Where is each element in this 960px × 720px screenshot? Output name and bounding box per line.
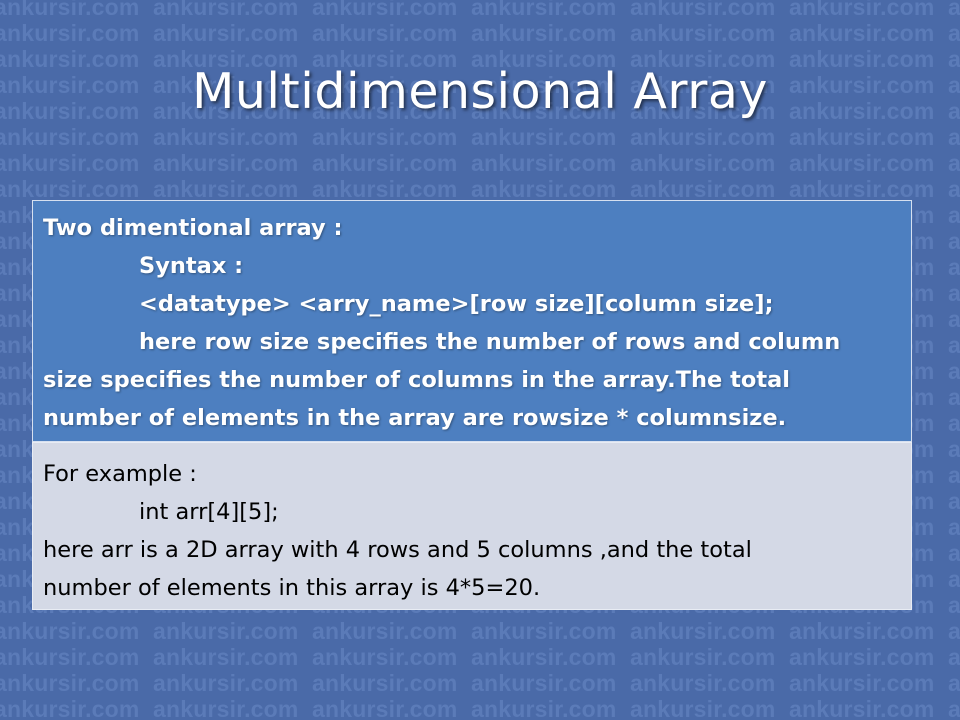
watermark-text: ankursir.com: [630, 176, 776, 202]
watermark-text: ankursir.com: [948, 670, 960, 696]
watermark-text: ankursir.com: [0, 176, 140, 202]
watermark-text: ankursir.com: [312, 0, 458, 20]
example-explanation-line-1: here arr is a 2D array with 4 rows and 5…: [43, 537, 752, 563]
example-box: For example : int arr[4][5]; here arr is…: [32, 442, 912, 610]
watermark-text: ankursir.com: [312, 150, 458, 176]
watermark-text: ankursir.com: [312, 176, 458, 202]
watermark-text: ankursir.com: [630, 0, 776, 20]
watermark-text: ankursir.com: [0, 20, 140, 46]
watermark-text: ankursir.com: [948, 0, 960, 20]
description-line-1: here row size specifies the number of ro…: [139, 329, 841, 355]
watermark-text: ankursir.com: [0, 0, 140, 20]
watermark-row: ankursir.com ankursir.com ankursir.com anku…: [0, 696, 960, 720]
watermark-text: ankursir.com: [789, 150, 935, 176]
watermark-text: ankursir.com: [312, 20, 458, 46]
watermark-text: ankursir.com: [948, 566, 960, 592]
description-line-2: size specifies the number of columns in …: [43, 367, 790, 393]
watermark-row: ankursir.com ankursir.com ankursir.com anku…: [0, 644, 960, 670]
watermark-text: ankursir.com: [789, 644, 935, 670]
definition-box: Two dimentional array : Syntax : <dataty…: [32, 200, 912, 442]
watermark-text: ankursir.com: [948, 514, 960, 540]
watermark-text: ankursir.com: [789, 618, 935, 644]
watermark-text: ankursir.com: [948, 20, 960, 46]
watermark-text: ankursir.com: [0, 150, 140, 176]
watermark-text: ankursir.com: [630, 670, 776, 696]
slide-title: Multidimensional Array: [192, 63, 768, 120]
watermark-text: ankursir.com: [948, 488, 960, 514]
watermark-row: ankursir.com ankursir.com ankursir.com anku…: [0, 618, 960, 644]
syntax-label: Syntax :: [139, 253, 244, 279]
watermark-text: ankursir.com: [789, 0, 935, 20]
watermark-text: ankursir.com: [0, 670, 140, 696]
watermark-text: ankursir.com: [948, 176, 960, 202]
watermark-text: ankursir.com: [312, 696, 458, 720]
watermark-text: ankursir.com: [153, 176, 299, 202]
watermark-text: ankursir.com: [471, 176, 617, 202]
watermark-text: ankursir.com: [948, 696, 960, 720]
watermark-text: ankursir.com: [948, 228, 960, 254]
watermark-row: ankursir.com ankursir.com ankursir.com anku…: [0, 176, 960, 202]
definition-heading: Two dimentional array :: [43, 215, 343, 241]
watermark-text: ankursir.com: [312, 618, 458, 644]
watermark-text: ankursir.com: [630, 618, 776, 644]
watermark-text: ankursir.com: [948, 436, 960, 462]
watermark-row: ankursir.com ankursir.com ankursir.com anku…: [0, 150, 960, 176]
watermark-text: ankursir.com: [789, 176, 935, 202]
watermark-text: ankursir.com: [153, 618, 299, 644]
example-code: int arr[4][5];: [139, 499, 279, 525]
watermark-text: ankursir.com: [0, 644, 140, 670]
watermark-text: ankursir.com: [0, 618, 140, 644]
watermark-text: ankursir.com: [948, 254, 960, 280]
watermark-text: ankursir.com: [153, 644, 299, 670]
watermark-text: ankursir.com: [948, 644, 960, 670]
watermark-text: ankursir.com: [471, 618, 617, 644]
watermark-text: ankursir.com: [630, 20, 776, 46]
watermark-text: ankursir.com: [948, 202, 960, 228]
watermark-text: ankursir.com: [153, 150, 299, 176]
watermark-text: ankursir.com: [948, 306, 960, 332]
watermark-text: ankursir.com: [153, 670, 299, 696]
watermark-text: ankursir.com: [471, 20, 617, 46]
watermark-text: ankursir.com: [153, 20, 299, 46]
example-explanation-line-2: number of elements in this array is 4*5=…: [43, 575, 541, 601]
watermark-text: ankursir.com: [948, 384, 960, 410]
watermark-text: ankursir.com: [153, 696, 299, 720]
watermark-text: ankursir.com: [789, 20, 935, 46]
watermark-text: ankursir.com: [948, 592, 960, 618]
watermark-text: ankursir.com: [948, 150, 960, 176]
watermark-text: ankursir.com: [471, 670, 617, 696]
watermark-text: ankursir.com: [0, 696, 140, 720]
description-line-3: number of elements in the array are rows…: [43, 405, 787, 431]
watermark-row: ankursir.com ankursir.com ankursir.com anku…: [0, 20, 960, 46]
syntax-code: <datatype> <arry_name>[row size][column …: [139, 291, 774, 317]
watermark-text: ankursir.com: [471, 150, 617, 176]
watermark-text: ankursir.com: [630, 644, 776, 670]
watermark-text: ankursir.com: [312, 670, 458, 696]
watermark-text: ankursir.com: [948, 618, 960, 644]
watermark-row: ankursir.com ankursir.com ankursir.com anku…: [0, 0, 960, 20]
watermark-text: ankursir.com: [789, 670, 935, 696]
watermark-text: ankursir.com: [948, 462, 960, 488]
watermark-text: ankursir.com: [630, 696, 776, 720]
watermark-text: ankursir.com: [312, 644, 458, 670]
watermark-text: ankursir.com: [471, 0, 617, 20]
watermark-text: ankursir.com: [471, 644, 617, 670]
watermark-text: ankursir.com: [948, 358, 960, 384]
watermark-text: ankursir.com: [630, 150, 776, 176]
watermark-text: ankursir.com: [948, 540, 960, 566]
watermark-text: ankursir.com: [153, 0, 299, 20]
watermark-text: ankursir.com: [789, 696, 935, 720]
watermark-text: ankursir.com: [948, 332, 960, 358]
watermark-text: ankursir.com: [948, 280, 960, 306]
example-heading: For example :: [43, 461, 197, 487]
watermark-text: ankursir.com: [948, 410, 960, 436]
watermark-text: ankursir.com: [471, 696, 617, 720]
watermark-row: ankursir.com ankursir.com ankursir.com anku…: [0, 670, 960, 696]
